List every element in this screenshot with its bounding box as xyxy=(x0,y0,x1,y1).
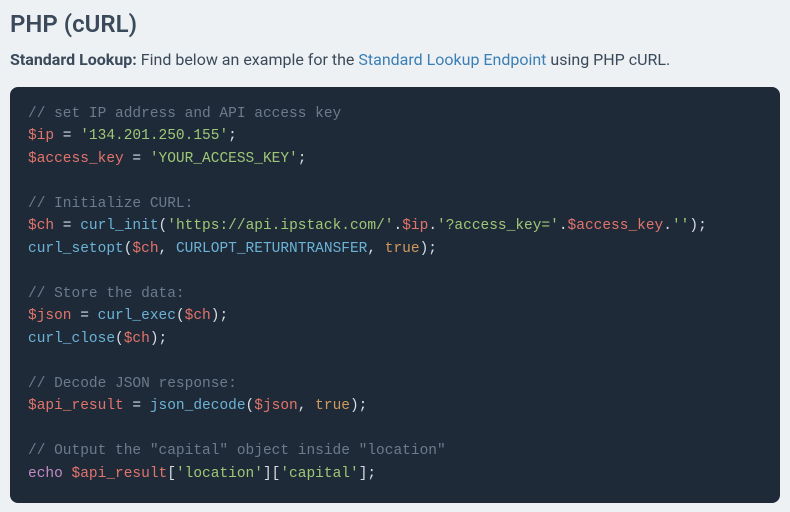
code-punct: ; xyxy=(228,128,237,144)
code-string: 'capital' xyxy=(280,466,358,482)
code-func: json_decode xyxy=(150,398,246,414)
code-var: $api_result xyxy=(72,466,168,482)
code-punct: ); xyxy=(211,308,228,324)
code-string: 'YOUR_ACCESS_KEY' xyxy=(150,151,298,167)
code-punct: [ xyxy=(167,466,176,482)
code-punct: . xyxy=(394,218,403,234)
code-punct: = xyxy=(124,151,150,167)
code-var: $ch xyxy=(132,241,158,257)
code-punct: ); xyxy=(350,398,367,414)
code-punct: ][ xyxy=(263,466,280,482)
code-punct: = xyxy=(124,398,150,414)
code-string: '134.201.250.155' xyxy=(80,128,228,144)
code-punct: , xyxy=(298,398,315,414)
code-var: $json xyxy=(28,308,72,324)
code-func: curl_init xyxy=(80,218,158,234)
section-heading: PHP (cURL) xyxy=(10,10,780,38)
code-var: $access_key xyxy=(568,218,664,234)
code-bool: true xyxy=(315,398,350,414)
code-punct: = xyxy=(54,218,80,234)
code-punct: ); xyxy=(689,218,706,234)
code-punct: , xyxy=(367,241,384,257)
intro-bold: Standard Lookup: xyxy=(10,50,137,69)
code-var: $ch xyxy=(28,218,54,234)
code-punct: . xyxy=(663,218,672,234)
code-bool: true xyxy=(385,241,420,257)
code-example: // set IP address and API access key $ip… xyxy=(10,87,780,503)
code-comment: // Initialize CURL: xyxy=(28,196,193,212)
code-var: $ip xyxy=(402,218,428,234)
intro-before-link: Find below an example for the xyxy=(137,50,359,69)
intro-after-link: using PHP cURL. xyxy=(546,50,670,69)
code-string: 'https://api.ipstack.com/' xyxy=(167,218,393,234)
code-comment: // Store the data: xyxy=(28,286,185,302)
code-var: $json xyxy=(254,398,298,414)
code-punct: ( xyxy=(159,218,168,234)
code-punct xyxy=(63,466,72,482)
code-func: curl_close xyxy=(28,331,115,347)
code-var: $ch xyxy=(124,331,150,347)
code-comment: // Output the "capital" object inside "l… xyxy=(28,443,446,459)
code-punct: = xyxy=(72,308,98,324)
code-punct: ); xyxy=(150,331,167,347)
code-func: curl_setopt xyxy=(28,241,124,257)
intro-paragraph: Standard Lookup: Find below an example f… xyxy=(10,50,780,69)
code-punct: , xyxy=(159,241,176,257)
code-punct: ( xyxy=(176,308,185,324)
code-string: 'location' xyxy=(176,466,263,482)
code-punct: . xyxy=(559,218,568,234)
code-punct: ); xyxy=(420,241,437,257)
standard-lookup-link[interactable]: Standard Lookup Endpoint xyxy=(358,50,546,69)
code-comment: // Decode JSON response: xyxy=(28,376,237,392)
code-punct: ( xyxy=(115,331,124,347)
code-punct: ]; xyxy=(359,466,376,482)
code-comment: // set IP address and API access key xyxy=(28,106,341,122)
code-keyword: echo xyxy=(28,466,63,482)
code-const: CURLOPT_RETURNTRANSFER xyxy=(176,241,367,257)
code-punct: ; xyxy=(298,151,307,167)
code-string: '' xyxy=(672,218,689,234)
code-func: curl_exec xyxy=(98,308,176,324)
code-var: $ip xyxy=(28,128,54,144)
code-var: $ch xyxy=(185,308,211,324)
code-punct: = xyxy=(54,128,80,144)
code-string: '?access_key=' xyxy=(437,218,559,234)
code-punct: . xyxy=(428,218,437,234)
code-var: $api_result xyxy=(28,398,124,414)
code-var: $access_key xyxy=(28,151,124,167)
code-punct: ( xyxy=(246,398,255,414)
